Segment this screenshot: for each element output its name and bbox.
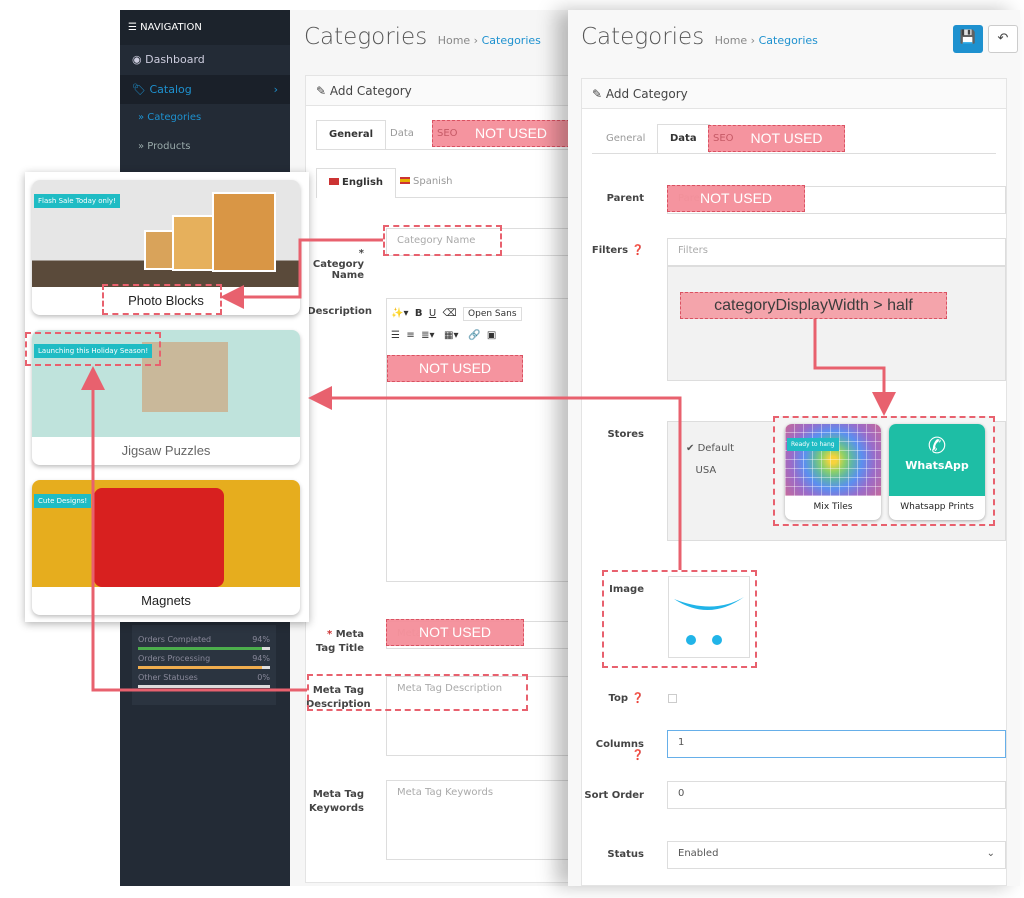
arrow-category-name <box>220 238 383 309</box>
arrow-condition <box>813 319 896 416</box>
tab-seo[interactable]: SEO <box>713 133 734 144</box>
tab-seo[interactable]: SEO <box>437 128 458 139</box>
arrow-meta-desc <box>81 366 307 692</box>
arrow-image <box>308 386 682 570</box>
annotation-arrows <box>81 238 896 692</box>
